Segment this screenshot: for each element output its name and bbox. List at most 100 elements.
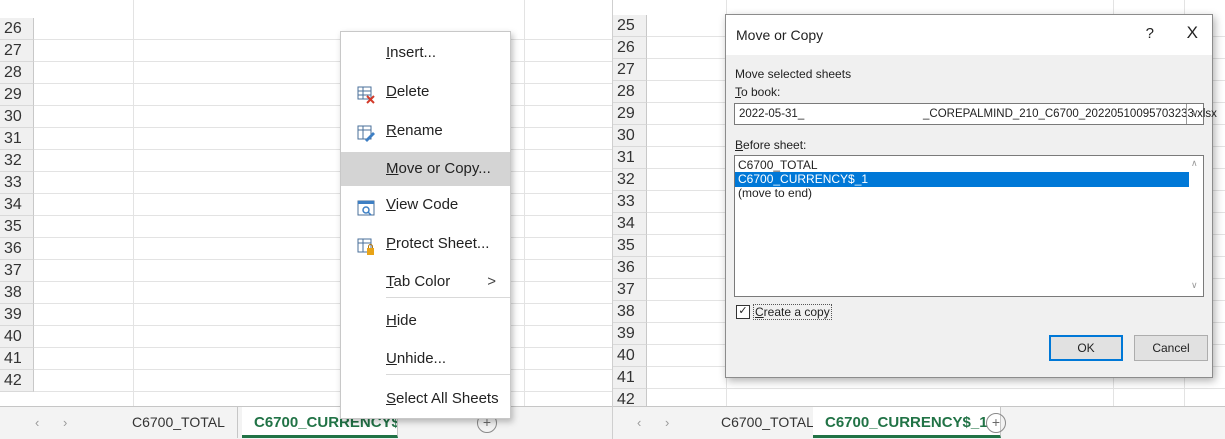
tab-scroll-next-icon[interactable]: › [665,415,669,430]
row-header[interactable]: 40 [0,326,34,348]
menu-item-label: Insert... [386,44,437,61]
row-header[interactable]: 38 [613,301,647,323]
to-book-label: To book: [735,85,781,99]
tab-scroll-prev-icon[interactable]: ‹ [637,415,641,430]
ok-button[interactable]: OK [1049,335,1123,361]
row-header[interactable]: 29 [0,84,34,106]
row-header[interactable]: 41 [0,348,34,370]
move-or-copy-dialog: Move or Copy ? X Move selected sheets To… [725,14,1217,378]
row-header[interactable]: 42 [0,370,34,392]
menu-item-label: Unhide... [386,350,447,367]
row-header[interactable]: 33 [613,191,647,213]
tab-scroll-next-icon[interactable]: › [63,415,67,430]
menu-item-select-all-sheets[interactable]: Select All Sheets [341,382,510,416]
row-gridline [34,369,612,370]
row-header[interactable]: 35 [613,235,647,257]
to-book-select[interactable]: 2022-05-31_ _COREPALMIND_210_C6700_20220… [734,103,1217,125]
create-copy-label[interactable]: Create a copy [753,304,832,320]
row-gridline [34,105,612,106]
sheet-list-item[interactable]: C6700_TOTAL [735,158,1190,173]
menu-separator [386,374,510,375]
menu-item-unhide[interactable]: Unhide... [341,342,510,376]
menu-item-label: View Code [386,196,459,213]
row-header[interactable]: 36 [0,238,34,260]
menu-item-tab-color[interactable]: Tab Color > [341,265,510,299]
row-header[interactable]: 34 [613,213,647,235]
scroll-down-icon[interactable]: ∨ [1191,280,1198,291]
column-gridline [524,0,525,407]
row-header[interactable]: 27 [613,59,647,81]
menu-item-label: Delete [386,83,430,100]
row-header[interactable]: 36 [613,257,647,279]
sheet-context-menu: Insert... Delete Rename Move or Copy... View… [340,31,511,419]
menu-item-delete[interactable]: Delete [341,75,510,109]
row-header[interactable]: 38 [0,282,34,304]
row-header[interactable]: 39 [613,323,647,345]
menu-item-rename[interactable]: Rename [341,114,510,148]
delete-sheet-icon [357,83,375,104]
left-spreadsheet-pane: 26 27 28 29 30 31 32 33 34 35 36 37 38 39 40 41 42 ‹ › C… [0,0,612,439]
menu-separator [386,297,510,298]
row-gridline [34,215,612,216]
row-header[interactable]: 41 [613,367,647,389]
row-header[interactable]: 32 [613,169,647,191]
list-scrollbar[interactable]: ∧ ∨ [1189,156,1203,296]
row-header[interactable]: 40 [613,345,647,367]
row-header[interactable]: 33 [0,172,34,194]
sheet-list-item[interactable]: C6700_CURRENCY$_1 [735,172,1190,187]
row-gridline [34,303,612,304]
row-header[interactable]: 32 [0,150,34,172]
row-header[interactable]: 26 [0,18,34,40]
row-header[interactable]: 30 [0,106,34,128]
menu-item-insert[interactable]: Insert... [341,36,510,70]
row-gridline [34,127,612,128]
menu-item-label: Tab Color [386,273,451,290]
before-sheet-list[interactable]: (move to end) C6700_CURRENCY$_1 C6700_TOTA… [734,155,1204,297]
dialog-titlebar: Move or Copy ? X [726,15,1212,55]
row-header[interactable]: 28 [613,81,647,103]
sheet-tab-c6700-total[interactable]: C6700_TOTAL [120,407,238,438]
row-header[interactable]: 30 [613,125,647,147]
row-header[interactable]: 34 [0,194,34,216]
chevron-right-icon: > [487,273,496,290]
row-header[interactable]: 39 [0,304,34,326]
help-icon[interactable]: ? [1146,25,1154,42]
row-header[interactable]: 28 [0,62,34,84]
create-copy-checkbox[interactable]: ✓ [736,305,750,319]
close-icon[interactable]: X [1187,23,1198,43]
view-code-icon [357,196,375,216]
row-header[interactable]: 26 [613,37,647,59]
row-header[interactable]: 35 [0,216,34,238]
row-gridline [34,149,612,150]
row-gridline [34,39,612,40]
menu-item-move-or-copy[interactable]: Move or Copy... [341,152,510,186]
menu-item-protect-sheet[interactable]: Protect Sheet... [341,227,510,261]
row-header[interactable]: 37 [0,260,34,282]
scroll-up-icon[interactable]: ∧ [1191,158,1198,169]
row-header[interactable]: 25 [613,15,647,37]
sheet-list-item[interactable]: (move to end) [735,186,1190,201]
row-gridline [34,171,612,172]
to-book-value-file: _COREPALMIND_210_C6700_20220510095703233… [923,108,1217,120]
chevron-down-icon[interactable]: ∨ [1186,104,1203,124]
menu-item-hide[interactable]: Hide [341,304,510,338]
tab-scroll-prev-icon[interactable]: ‹ [35,415,39,430]
row-header[interactable]: 27 [0,40,34,62]
add-sheet-icon[interactable]: + [986,413,1006,433]
sheet-tab-c6700-currency[interactable]: C6700_CURRENCY$_1 [813,407,1001,438]
to-book-value-date: 2022-05-31_ [739,108,805,120]
row-header[interactable]: 31 [613,147,647,169]
row-header[interactable]: 37 [613,279,647,301]
row-gridline [34,347,612,348]
move-selected-label: Move selected sheets [735,67,852,81]
sheet-tab-bar: ‹ › C6700_TOTAL C6700_CURRENCY$_1 + [613,406,1225,439]
cancel-button[interactable]: Cancel [1134,335,1208,361]
menu-item-view-code[interactable]: View Code [341,188,510,222]
before-sheet-label: Before sheet: [735,138,807,152]
row-gridline [34,237,612,238]
row-gridline [647,388,1225,389]
row-header[interactable]: 31 [0,128,34,150]
row-header[interactable]: 29 [613,103,647,125]
sheet-tab-c6700-total[interactable]: C6700_TOTAL [709,407,827,438]
menu-item-label: Hide [386,312,417,329]
